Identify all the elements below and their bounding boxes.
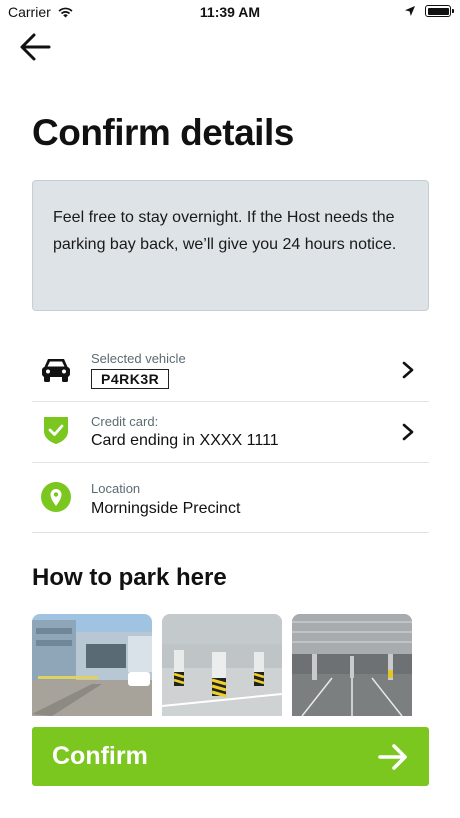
parking-photo-gallery: [32, 614, 412, 716]
confirm-label: Confirm: [52, 742, 148, 770]
confirm-button[interactable]: Confirm: [32, 727, 429, 786]
status-bar: Carrier 11:39 AM: [0, 0, 460, 26]
location-arrow-icon: [405, 6, 415, 16]
location-label: Location: [91, 481, 141, 496]
back-button[interactable]: [18, 30, 52, 64]
credit-card-label: Credit card:: [91, 414, 159, 429]
license-plate: P4RK3R: [91, 369, 170, 389]
status-time: 11:39 AM: [199, 4, 261, 20]
building-entrance-photo[interactable]: [32, 614, 152, 716]
how-to-park-title: How to park here: [32, 564, 227, 591]
selected-vehicle-row[interactable]: Selected vehicle P4RK3R: [32, 340, 429, 402]
underground-carpark-photo[interactable]: [292, 614, 412, 716]
status-right: [404, 5, 454, 17]
car-icon: [40, 354, 72, 386]
arrow-right-icon: [378, 744, 407, 770]
credit-card-value: Card ending in XXXX 1111: [91, 432, 279, 449]
battery-icon: [425, 5, 454, 17]
overnight-notice: Feel free to stay overnight. If the Host…: [32, 180, 429, 311]
chevron-right-icon: [402, 423, 414, 441]
vehicle-label: Selected vehicle: [91, 351, 186, 366]
chevron-right-icon: [402, 361, 414, 379]
shield-check-icon: [40, 414, 72, 446]
credit-card-row[interactable]: Credit card: Card ending in XXXX 1111: [32, 402, 429, 463]
location-value: Morningside Precinct: [91, 500, 241, 517]
map-pin-icon: [40, 481, 72, 513]
location-row: Location Morningside Precinct: [32, 463, 429, 533]
arrow-left-icon: [20, 33, 51, 61]
parking-garage-photo[interactable]: [162, 614, 282, 716]
page-title: Confirm details: [32, 112, 294, 153]
details-list: Selected vehicle P4RK3R Credit card: Car…: [32, 340, 429, 533]
